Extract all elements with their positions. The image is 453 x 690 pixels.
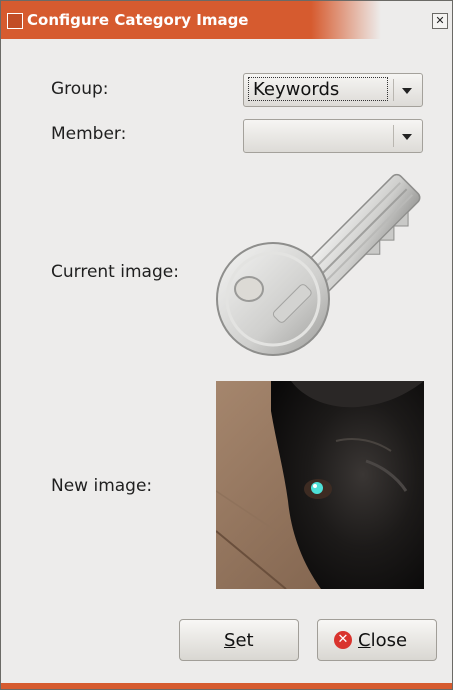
current-image-label: Current image: xyxy=(51,262,179,282)
window-bottom-border xyxy=(1,683,452,689)
dialog-content: Group: Keywords Member: Current image: N… xyxy=(9,39,444,681)
group-label: Group: xyxy=(51,79,109,99)
group-combobox-value: Keywords xyxy=(248,77,388,101)
chevron-down-icon xyxy=(402,134,412,140)
window-icon[interactable] xyxy=(7,13,23,29)
member-label: Member: xyxy=(51,124,127,144)
close-button-label: Close xyxy=(358,630,408,651)
chevron-down-icon xyxy=(402,88,412,94)
set-button-label: Set xyxy=(224,630,254,651)
key-icon xyxy=(211,167,426,367)
combo-separator xyxy=(393,79,394,101)
dialog-window: Configure Category Image ✕ Group: Keywor… xyxy=(0,0,453,690)
dog-photo xyxy=(216,381,424,589)
close-window-icon[interactable]: ✕ xyxy=(432,13,448,29)
cancel-icon: ✕ xyxy=(334,631,352,649)
member-combobox[interactable] xyxy=(243,119,423,153)
set-button[interactable]: Set xyxy=(179,619,299,661)
close-button[interactable]: ✕ Close xyxy=(317,619,437,661)
combo-separator xyxy=(393,125,394,147)
titlebar[interactable]: Configure Category Image ✕ xyxy=(1,1,452,39)
member-combobox-value xyxy=(248,123,388,147)
new-image-label: New image: xyxy=(51,476,153,496)
window-title: Configure Category Image xyxy=(27,11,249,29)
group-combobox[interactable]: Keywords xyxy=(243,73,423,107)
titlebar-fade xyxy=(311,1,381,39)
